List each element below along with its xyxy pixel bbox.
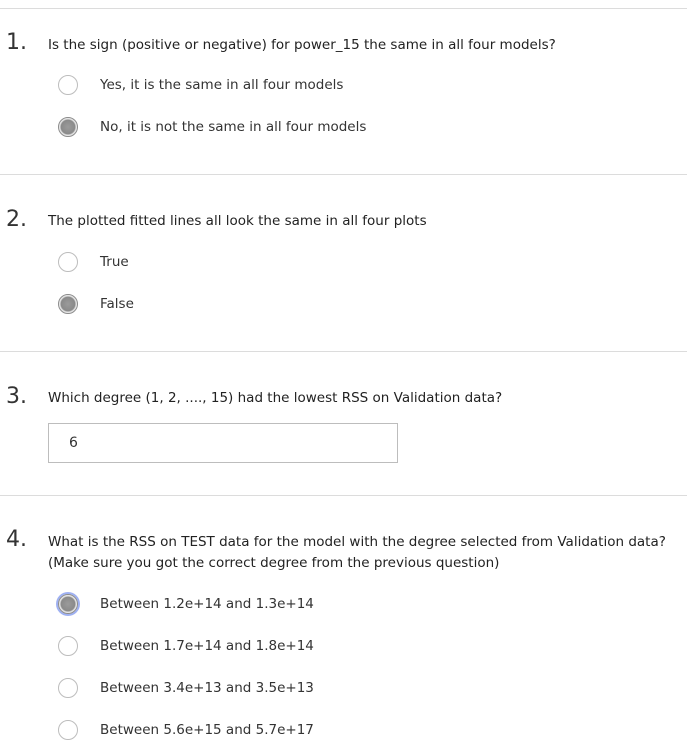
option-label: Between 3.4e+13 and 3.5e+13 xyxy=(100,680,314,696)
radio-button[interactable] xyxy=(58,636,78,656)
radio-button-selected[interactable] xyxy=(58,594,78,614)
question-divider xyxy=(0,351,687,352)
radio-option-true[interactable]: True xyxy=(58,251,658,277)
radio-option-range-4[interactable]: Between 5.6e+15 and 5.7e+17 xyxy=(58,719,658,745)
radio-button[interactable] xyxy=(58,678,78,698)
radio-option-false[interactable]: False xyxy=(58,293,658,319)
question-number: 4. xyxy=(6,527,27,552)
option-label: Between 1.2e+14 and 1.3e+14 xyxy=(100,596,314,612)
question-text: Which degree (1, 2, ...., 15) had the lo… xyxy=(48,390,503,406)
top-divider xyxy=(0,8,687,9)
option-label: False xyxy=(100,296,134,312)
option-label: True xyxy=(100,254,129,270)
option-label: Between 1.7e+14 and 1.8e+14 xyxy=(100,638,314,654)
question-divider xyxy=(0,174,687,175)
radio-option-no-not-same[interactable]: No, it is not the same in all four model… xyxy=(58,116,658,142)
answer-text-field[interactable]: 6 xyxy=(48,423,398,463)
radio-button[interactable] xyxy=(58,720,78,740)
question-divider xyxy=(0,495,687,496)
option-label: Between 5.6e+15 and 5.7e+17 xyxy=(100,722,314,738)
radio-option-range-1[interactable]: Between 1.2e+14 and 1.3e+14 xyxy=(58,593,658,619)
radio-button-selected[interactable] xyxy=(58,294,78,314)
radio-button[interactable] xyxy=(58,75,78,95)
option-label: No, it is not the same in all four model… xyxy=(100,119,367,135)
option-label: Yes, it is the same in all four models xyxy=(100,77,344,93)
radio-option-range-2[interactable]: Between 1.7e+14 and 1.8e+14 xyxy=(58,635,658,661)
radio-button[interactable] xyxy=(58,252,78,272)
question-number: 3. xyxy=(6,384,27,409)
radio-option-range-3[interactable]: Between 3.4e+13 and 3.5e+13 xyxy=(58,677,658,703)
question-number: 1. xyxy=(6,30,27,55)
radio-option-yes-same[interactable]: Yes, it is the same in all four models xyxy=(58,74,658,100)
question-text: Is the sign (positive or negative) for p… xyxy=(48,37,556,53)
question-number: 2. xyxy=(6,207,27,232)
radio-button-selected[interactable] xyxy=(58,117,78,137)
question-text: What is the RSS on TEST data for the mod… xyxy=(48,534,666,571)
question-text: The plotted fitted lines all look the sa… xyxy=(48,213,427,229)
